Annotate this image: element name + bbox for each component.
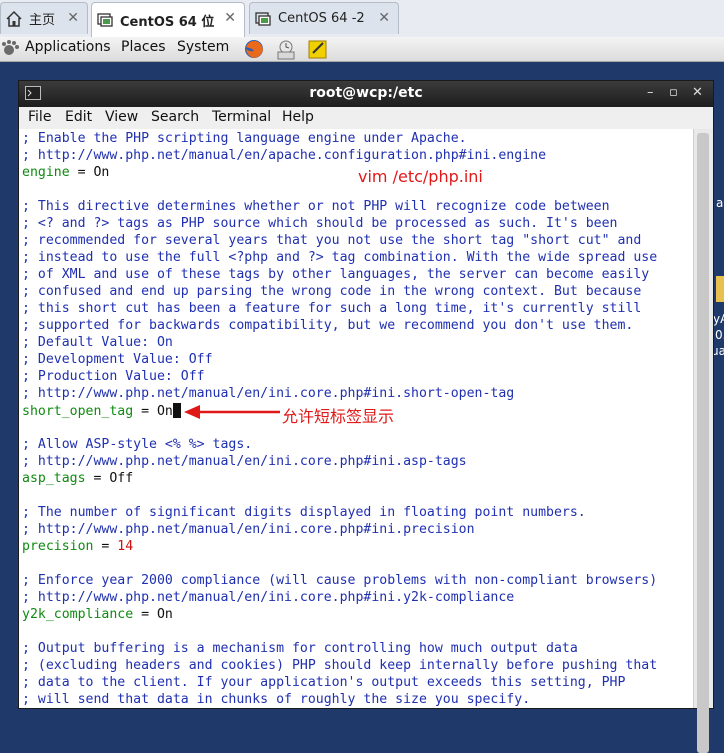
setting-equals: = xyxy=(85,471,110,486)
comment-line: ; confused and end up parsing the wrong … xyxy=(22,284,642,299)
mail-icon[interactable] xyxy=(275,38,297,60)
menu-search[interactable]: Search xyxy=(151,109,199,125)
window-title: root@wcp:/etc xyxy=(309,85,423,101)
annotation-arrow-icon xyxy=(184,405,280,419)
close-icon[interactable]: ✕ xyxy=(224,10,236,26)
setting-equals: = xyxy=(133,607,157,622)
comment-line: ; recommended for several years that you… xyxy=(22,233,642,248)
folder-icon xyxy=(716,276,724,302)
desktop-label-fragment: ar xyxy=(716,196,724,210)
setting-value: On xyxy=(93,165,110,180)
home-icon xyxy=(5,10,23,28)
comment-line: ; Default Value: On xyxy=(22,335,173,350)
comment-line: ; instead to use the full <?php and ?> t… xyxy=(22,250,658,265)
setting-value: On xyxy=(156,607,173,622)
browser-tab-bar: 主页 ✕ CentOS 64 位 ✕ CentOS 64 -2 ✕ xyxy=(0,0,724,38)
comment-line: ; http://www.php.net/manual/en/apache.co… xyxy=(22,148,547,163)
setting-key: y2k_compliance xyxy=(22,607,134,622)
comment-line: ; will send that data in chunks of rough… xyxy=(22,692,531,707)
comment-line: ; <? and ?> tags as PHP source which sho… xyxy=(22,216,618,231)
setting-equals: = xyxy=(69,165,94,180)
annotation-command: vim /etc/php.ini xyxy=(358,167,483,186)
config-setting-line: asp_tags = Off xyxy=(22,471,133,488)
tab-centos-64[interactable]: CentOS 64 位 ✕ xyxy=(91,2,245,37)
setting-value: Off xyxy=(109,471,134,486)
terminal-menubar: File Edit View Search Terminal Help xyxy=(19,107,713,129)
comment-line: ; data to the client. If your applicatio… xyxy=(22,675,626,690)
desktop-label-fragment: yA xyxy=(713,312,724,326)
text-cursor xyxy=(172,403,181,418)
scrollbar[interactable] xyxy=(693,129,713,753)
comment-line: ; Production Value: Off xyxy=(22,369,205,384)
config-setting-line: y2k_compliance = On xyxy=(22,607,173,624)
comment-line: ; (excluding headers and cookies) PHP sh… xyxy=(22,658,658,673)
comment-line: ; Output buffering is a mechanism for co… xyxy=(22,641,578,656)
tab-label: CentOS 64 -2 xyxy=(278,11,365,26)
config-setting-line: short_open_tag = On xyxy=(22,403,181,420)
comment-line: ; Enforce year 2000 compliance (will cau… xyxy=(22,573,658,588)
comment-line: ; this short cut has been a feature for … xyxy=(22,301,642,316)
comment-line: ; Allow ASP-style <% %> tags. xyxy=(22,437,253,452)
menu-applications[interactable]: Applications xyxy=(25,39,111,55)
gnome-top-panel: Applications Places System xyxy=(0,37,724,62)
comment-line: ; http://www.php.net/manual/en/ini.core.… xyxy=(22,522,475,537)
setting-key: asp_tags xyxy=(22,471,86,486)
tab-home[interactable]: 主页 ✕ xyxy=(0,2,88,34)
vm-icon xyxy=(96,11,114,29)
setting-value: On xyxy=(156,404,173,419)
minimize-icon[interactable]: – xyxy=(647,85,654,100)
close-icon[interactable]: ✕ xyxy=(692,85,703,100)
comment-line: ; http://www.php.net/manual/en/ini.core.… xyxy=(22,454,467,469)
firefox-icon[interactable] xyxy=(243,38,265,60)
menu-file[interactable]: File xyxy=(28,109,51,125)
comment-line: ; Enable the PHP scripting language engi… xyxy=(22,131,467,146)
setting-key: short_open_tag xyxy=(22,404,134,419)
scrollbar-thumb[interactable] xyxy=(697,133,709,753)
config-setting-line: engine = On xyxy=(22,165,109,182)
menu-edit[interactable]: Edit xyxy=(65,109,92,125)
setting-key: engine xyxy=(22,165,70,180)
menu-view[interactable]: View xyxy=(105,109,138,125)
comment-line: ; supported for backwards compatibility,… xyxy=(22,318,634,333)
desktop-label-fragment: 0. xyxy=(715,328,724,342)
tab-label: CentOS 64 位 xyxy=(120,14,215,30)
comment-line: ; Development Value: Off xyxy=(22,352,213,367)
tab-centos-64-2[interactable]: CentOS 64 -2 ✕ xyxy=(249,2,399,34)
close-icon[interactable]: ✕ xyxy=(67,10,79,26)
setting-key: precision xyxy=(22,539,94,554)
vm-icon xyxy=(254,10,272,28)
comment-line: ; The number of significant digits displ… xyxy=(22,505,586,520)
menu-places[interactable]: Places xyxy=(121,39,166,55)
comment-line: ; of XML and use of these tags by other … xyxy=(22,267,650,282)
notes-icon[interactable] xyxy=(307,38,329,60)
setting-equals: = xyxy=(93,539,118,554)
comment-line: ; http://www.php.net/manual/en/ini.core.… xyxy=(22,590,515,605)
gnome-foot-icon xyxy=(0,38,22,60)
close-icon[interactable]: ✕ xyxy=(378,10,390,26)
menu-help[interactable]: Help xyxy=(282,109,314,125)
setting-equals: = xyxy=(133,404,157,419)
menu-system[interactable]: System xyxy=(177,39,229,55)
annotation-short-tag-note: 允许短标签显示 xyxy=(282,407,395,426)
comment-line: ; This directive determines whether or n… xyxy=(22,199,610,214)
setting-value: 14 xyxy=(117,539,134,554)
menu-terminal[interactable]: Terminal xyxy=(212,109,271,125)
tab-label: 主页 xyxy=(29,13,56,28)
window-titlebar[interactable]: root@wcp:/etc – ▫ ✕ xyxy=(19,81,713,107)
maximize-icon[interactable]: ▫ xyxy=(669,85,678,100)
config-setting-line: precision = 14 xyxy=(22,539,133,556)
